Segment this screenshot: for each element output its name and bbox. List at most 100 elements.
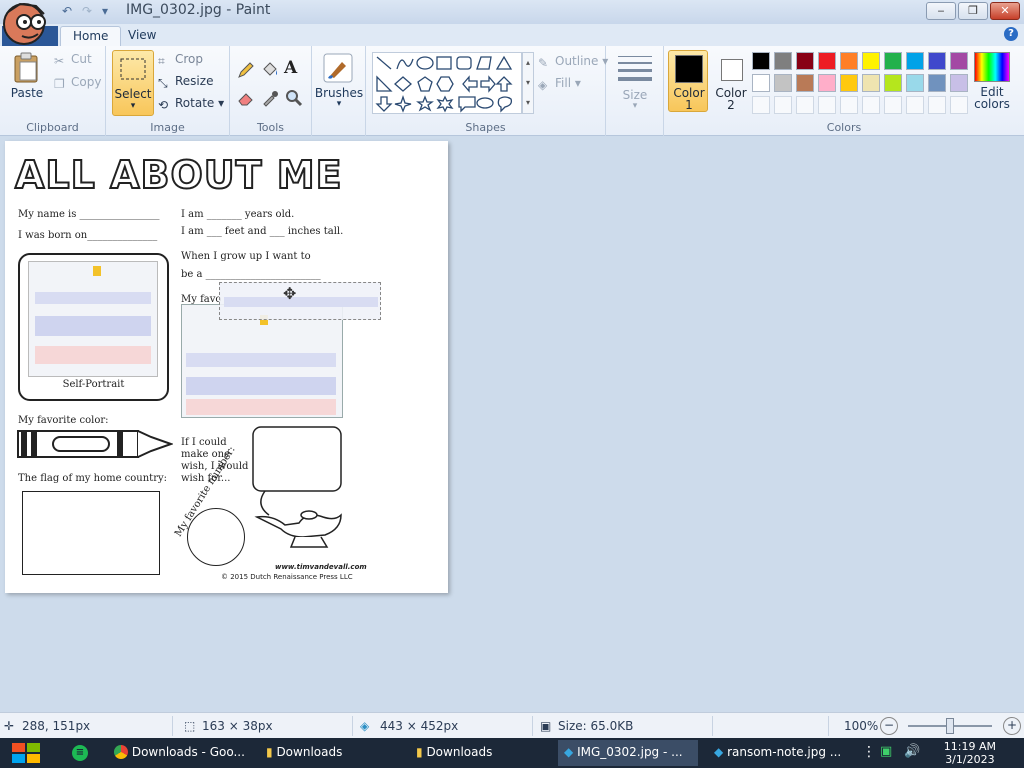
- palette-swatch[interactable]: [840, 52, 858, 70]
- thumb-block: [186, 353, 336, 367]
- taskbar-item-downloads-2[interactable]: ▮ Downloads: [410, 740, 550, 766]
- palette-swatch[interactable]: [752, 52, 770, 70]
- palette-swatch[interactable]: [840, 74, 858, 92]
- tab-view[interactable]: View: [116, 26, 168, 46]
- size-group[interactable]: Size ▾: [606, 46, 664, 136]
- palette-swatch[interactable]: [818, 74, 836, 92]
- network-icon[interactable]: ▣: [880, 744, 892, 759]
- custom-color-slot[interactable]: [796, 96, 814, 114]
- maximize-button[interactable]: ❐: [958, 2, 988, 20]
- selection-rectangle[interactable]: [219, 282, 381, 320]
- name-line: My name is ________________: [18, 209, 160, 220]
- taskbar-item-downloads-1[interactable]: ▮ Downloads: [260, 740, 400, 766]
- shapes-gallery[interactable]: [372, 52, 522, 114]
- shapes-scroll[interactable]: ▴ ▾ ▾: [522, 52, 534, 114]
- custom-color-slot[interactable]: [862, 96, 880, 114]
- custom-color-slot[interactable]: [774, 96, 792, 114]
- palette-swatch[interactable]: [906, 74, 924, 92]
- palette-swatch[interactable]: [796, 74, 814, 92]
- worksheet-title: ALL ABOUT ME: [14, 152, 343, 198]
- color-picker-icon[interactable]: [260, 88, 280, 108]
- outline-label: Outline: [555, 54, 599, 68]
- color2-button[interactable]: Color 2: [710, 50, 750, 112]
- volume-icon[interactable]: 🔊: [904, 744, 920, 759]
- rotate-button[interactable]: ⟲ Rotate ▾: [158, 96, 224, 112]
- eraser-icon[interactable]: [236, 88, 256, 108]
- taskbar-item-paint-ransom-note[interactable]: ◆ ransom-note.jpg ...: [708, 740, 848, 766]
- brushes-group[interactable]: Brushes ▾: [312, 46, 366, 136]
- palette-swatch[interactable]: [774, 52, 792, 70]
- zoom-level: 100%: [844, 719, 879, 733]
- custom-color-slot[interactable]: [928, 96, 946, 114]
- color2-label: Color 2: [715, 86, 747, 112]
- cursor-position: 288, 151px: [22, 719, 91, 733]
- redo-icon[interactable]: ↷: [82, 4, 92, 18]
- magnifier-icon[interactable]: [284, 88, 304, 108]
- paste-button[interactable]: Paste: [6, 86, 48, 100]
- edit-colors-icon[interactable]: [974, 52, 1010, 82]
- website-text: www.timvandevall.com: [275, 563, 367, 571]
- paste-icon[interactable]: [12, 52, 42, 84]
- palette-swatch[interactable]: [884, 52, 902, 70]
- start-button-icon[interactable]: [10, 742, 42, 764]
- custom-color-slot[interactable]: [818, 96, 836, 114]
- taskbar-item-paint-img0302[interactable]: ◆ IMG_0302.jpg - ...: [558, 740, 698, 766]
- image-canvas[interactable]: ALL ABOUT ME My name is ________________…: [5, 141, 448, 593]
- custom-color-slot[interactable]: [840, 96, 858, 114]
- file-size: Size: 65.0KB: [558, 719, 634, 733]
- clipboard-group: Paste ✂ Cut ❐ Copy Clipboard: [0, 46, 106, 136]
- help-icon[interactable]: ?: [1004, 27, 1018, 41]
- palette-swatch[interactable]: [752, 74, 770, 92]
- color2-swatch: [721, 59, 743, 81]
- image-group-label: Image: [150, 121, 185, 134]
- minimize-button[interactable]: ‒: [926, 2, 956, 20]
- color1-button[interactable]: Color 1: [668, 50, 708, 112]
- tab-home[interactable]: Home: [60, 26, 122, 46]
- palette-swatch[interactable]: [928, 52, 946, 70]
- system-clock[interactable]: 11:19 AM 3/1/2023: [944, 740, 996, 766]
- pasted-screenshot-selection[interactable]: [181, 304, 343, 418]
- fill-button[interactable]: ◈ Fill ▾: [538, 76, 581, 92]
- copy-label: Copy: [71, 75, 102, 89]
- palette-swatch[interactable]: [928, 74, 946, 92]
- cursor-position-icon: ✛: [4, 719, 15, 733]
- undo-icon[interactable]: ↶: [62, 4, 72, 18]
- outline-button[interactable]: ✎ Outline ▾: [538, 54, 608, 70]
- clock-date: 3/1/2023: [945, 753, 995, 766]
- customize-qat-icon[interactable]: ▾: [102, 4, 108, 18]
- overflow-icon[interactable]: ⋮: [862, 744, 876, 760]
- palette-swatch[interactable]: [862, 52, 880, 70]
- ribbon-tabs: Home View ?: [0, 24, 1024, 46]
- select-button[interactable]: Select ▾: [112, 50, 154, 116]
- pencil-icon[interactable]: [236, 60, 256, 80]
- palette-swatch[interactable]: [906, 52, 924, 70]
- spotify-icon[interactable]: ≡: [72, 745, 88, 761]
- palette-swatch[interactable]: [950, 52, 968, 70]
- zoom-out-button[interactable]: −: [880, 717, 898, 735]
- palette-swatch[interactable]: [796, 52, 814, 70]
- resize-button[interactable]: ⤡ Resize: [158, 74, 213, 90]
- taskbar-item-chrome[interactable]: Downloads - Goo...: [108, 740, 254, 766]
- fill-bucket-icon[interactable]: [260, 60, 280, 80]
- fill-label: Fill: [555, 76, 572, 90]
- palette-swatch[interactable]: [862, 74, 880, 92]
- palette-swatch[interactable]: [884, 74, 902, 92]
- crop-button[interactable]: ⌗ Crop: [158, 52, 203, 68]
- zoom-slider-thumb[interactable]: [946, 718, 954, 734]
- copy-button[interactable]: ❐ Copy: [54, 75, 101, 91]
- palette-swatch[interactable]: [818, 52, 836, 70]
- wish-line: make one: [181, 449, 230, 460]
- rotate-label: Rotate: [175, 96, 215, 110]
- canvas-workspace: ALL ABOUT ME My name is ________________…: [0, 136, 1024, 712]
- custom-color-slot[interactable]: [906, 96, 924, 114]
- born-line: I was born on______________: [18, 230, 158, 241]
- taskbar-item-label: Downloads: [276, 745, 343, 759]
- zoom-in-button[interactable]: +: [1003, 717, 1021, 735]
- custom-color-slot[interactable]: [752, 96, 770, 114]
- favorite-color-label: My favorite color:: [18, 415, 109, 426]
- text-icon[interactable]: A: [284, 58, 304, 78]
- close-button[interactable]: ✕: [990, 2, 1020, 20]
- custom-color-slot[interactable]: [884, 96, 902, 114]
- edit-colors-button[interactable]: Edit colors: [966, 86, 1018, 110]
- palette-swatch[interactable]: [774, 74, 792, 92]
